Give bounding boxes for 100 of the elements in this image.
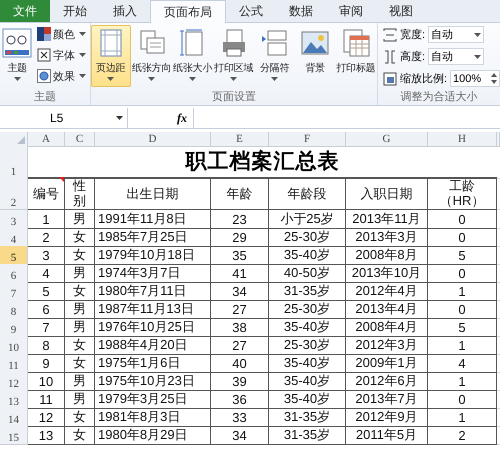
ribbon-tab[interactable]: 视图: [376, 0, 426, 22]
height-icon: [382, 50, 397, 64]
table-cell: 0: [428, 210, 497, 229]
row-header[interactable]: 12: [0, 372, 28, 391]
row-header[interactable]: 5: [0, 246, 28, 265]
theme-option-button[interactable]: 字体: [36, 46, 87, 64]
spinner-arrows-icon[interactable]: [491, 73, 497, 84]
insert-function-button[interactable]: fx: [177, 110, 187, 126]
table-cell: 40-50岁: [269, 264, 346, 283]
spinner-field[interactable]: 100%: [450, 70, 500, 87]
name-box[interactable]: L5: [0, 108, 128, 128]
row-header[interactable]: 8: [0, 300, 28, 319]
color-swatch-icon: [37, 27, 51, 41]
table-cell: 6: [28, 300, 65, 319]
table-cell: 1980年7月11日: [95, 282, 211, 301]
page-setup-button[interactable]: 打印区域: [214, 25, 254, 87]
table-cell: 35-40岁: [269, 390, 346, 409]
ribbon-tab[interactable]: 数据: [276, 0, 326, 22]
table-cell: 女: [65, 228, 95, 247]
row-header[interactable]: 6: [0, 264, 28, 283]
table-cell: 25-30岁: [269, 228, 346, 247]
row-header[interactable]: 1: [0, 146, 28, 179]
row-header[interactable]: 14: [0, 408, 28, 427]
row-header[interactable]: 4: [0, 228, 28, 247]
table-cell: 34: [211, 282, 269, 301]
table-cell: 23: [211, 210, 269, 229]
table-cell: 2012年4月: [346, 282, 428, 301]
ribbon-tab[interactable]: 审阅: [326, 0, 376, 22]
page-break-icon: [259, 28, 290, 58]
column-header[interactable]: F: [269, 132, 346, 147]
row-header[interactable]: 2: [0, 177, 28, 210]
column-header[interactable]: A: [28, 132, 65, 147]
font-icon: [37, 48, 51, 62]
row-header[interactable]: 15: [0, 426, 28, 445]
page-setup-button[interactable]: 打印标题: [336, 25, 376, 87]
caret-icon: [79, 53, 86, 57]
group-label: 主题: [32, 90, 57, 105]
ribbon-tab[interactable]: 页面布局: [150, 0, 226, 23]
page-setup-button[interactable]: 页边距: [90, 25, 131, 87]
table-cell: 1974年3月7日: [95, 264, 211, 283]
column-header[interactable]: C: [65, 132, 95, 147]
width-icon: [382, 28, 397, 42]
table-cell: 女: [65, 336, 95, 355]
column-heading: 出生日期: [126, 186, 178, 200]
ribbon-tab[interactable]: 开始: [50, 0, 100, 22]
page-setup-button[interactable]: 分隔符: [254, 25, 294, 87]
column-heading: 性别: [72, 178, 87, 208]
theme-button[interactable]: 主题: [0, 25, 34, 87]
row-header[interactable]: 9: [0, 318, 28, 337]
table-cell: 31-35岁: [269, 282, 346, 301]
table-cell: 2: [28, 228, 65, 247]
table-cell: 7: [28, 318, 65, 337]
column-header[interactable]: G: [346, 132, 428, 147]
table-cell: 2008年4月: [346, 318, 428, 337]
sheet-title: 职工档案汇总表: [28, 146, 497, 179]
table-cell: 男: [65, 300, 95, 319]
theme-option-button[interactable]: 效果: [36, 67, 87, 85]
dropdown-field[interactable]: 自动: [428, 26, 484, 43]
table-cell: 女: [65, 354, 95, 373]
caret-icon: [79, 74, 86, 78]
table-cell: 2012年6月: [346, 372, 428, 391]
table-cell: 5: [428, 246, 497, 265]
page-setup-button[interactable]: 背景: [295, 25, 335, 87]
table-cell: 27: [211, 300, 269, 319]
column-heading: 编号: [33, 186, 59, 200]
row-header[interactable]: 3: [0, 210, 28, 229]
dropdown-field[interactable]: 自动: [428, 48, 484, 65]
table-cell: 0: [428, 390, 497, 409]
row-header[interactable]: 10: [0, 336, 28, 355]
page-setup-button[interactable]: 纸张方向: [132, 25, 172, 87]
table-cell: 8: [28, 336, 65, 355]
row-header[interactable]: 7: [0, 282, 28, 301]
row-header[interactable]: 11: [0, 354, 28, 373]
file-tab[interactable]: 文件: [0, 0, 50, 22]
table-cell: 女: [65, 246, 95, 265]
field-label: 缩放比例:: [400, 72, 447, 86]
column-header[interactable]: D: [95, 132, 211, 147]
table-cell: 2008年8月: [346, 246, 428, 265]
table-cell: 男: [65, 372, 95, 391]
page-setup-button[interactable]: 纸张大小: [172, 25, 213, 87]
theme-option-button[interactable]: 颜色: [36, 25, 87, 43]
caret-icon: [474, 54, 481, 58]
table-cell: 38: [211, 318, 269, 337]
ribbon-tab[interactable]: 公式: [226, 0, 276, 22]
table-cell: 女: [65, 426, 95, 445]
table-cell: 1985年7月25日: [95, 228, 211, 247]
column-heading: 年龄段: [288, 186, 326, 200]
column-header[interactable]: H: [428, 132, 497, 147]
row-header[interactable]: 13: [0, 390, 28, 409]
table-cell: 1980年8月29日: [95, 426, 211, 445]
ribbon-tab[interactable]: 插入: [100, 0, 150, 22]
table-cell: 2013年3月: [346, 228, 428, 247]
column-header[interactable]: E: [211, 132, 269, 147]
table-cell: 36: [211, 390, 269, 409]
print-titles-icon: [340, 28, 371, 58]
table-cell: 小于25岁: [269, 210, 346, 229]
caret-icon: [14, 77, 20, 81]
scale-icon: [382, 72, 397, 86]
table-cell: 4: [28, 264, 65, 283]
table-cell: 5: [428, 318, 497, 337]
